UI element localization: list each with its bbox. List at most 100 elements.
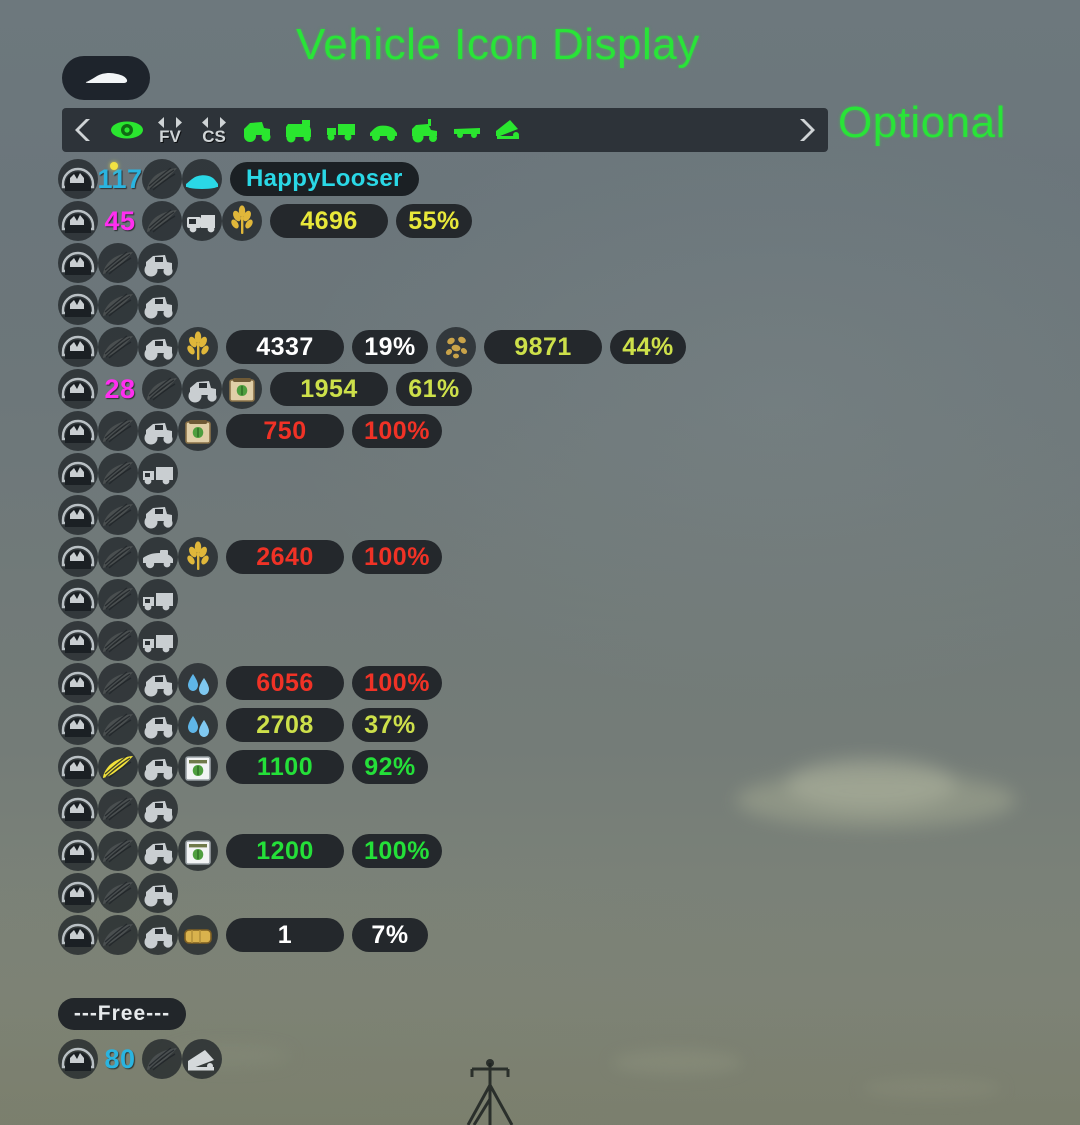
toolbar-car-filter-button[interactable] [366,113,400,147]
field-icon[interactable] [98,453,138,493]
table-row[interactable]: 80 [58,1038,222,1080]
fertilizer-icon[interactable] [178,831,218,871]
tractor-icon[interactable] [182,369,222,409]
wheat-icon[interactable] [222,201,262,241]
field-icon[interactable] [98,327,138,367]
field-icon[interactable] [142,369,182,409]
table-row[interactable]: 28 1954 61% [58,368,778,410]
vehicle-display-toggle-button[interactable] [62,56,150,100]
implement-icon[interactable] [182,1039,222,1079]
table-row[interactable] [58,620,778,662]
field-icon[interactable] [142,159,182,199]
toolbar-next-arrow-button[interactable] [784,108,828,152]
toolbar-trailer-filter-button[interactable] [450,113,484,147]
car-icon[interactable] [182,159,222,199]
field-icon[interactable] [98,495,138,535]
field-icon[interactable] [142,1039,182,1079]
table-row[interactable]: 6056 100% [58,662,778,704]
helmet-icon[interactable] [58,201,98,241]
helmet-icon[interactable] [58,495,98,535]
table-row[interactable] [58,494,778,536]
wheat-icon[interactable] [178,537,218,577]
bale-icon[interactable] [178,915,218,955]
field-icon[interactable] [98,243,138,283]
toolbar-combine-filter-button[interactable] [282,113,316,147]
toolbar-eye-icon-button[interactable] [110,113,144,147]
table-row[interactable] [58,242,778,284]
toolbar-cs-stepper[interactable]: CS [196,112,232,148]
helmet-icon[interactable] [58,747,98,787]
helmet-icon[interactable] [58,1039,98,1079]
helmet-icon[interactable] [58,411,98,451]
helmet-icon[interactable] [58,369,98,409]
field-icon[interactable] [98,789,138,829]
helmet-icon[interactable] [58,705,98,745]
wheat-icon[interactable] [178,327,218,367]
water-icon[interactable] [178,705,218,745]
tractor-icon[interactable] [138,747,178,787]
fertilizer-icon[interactable] [178,747,218,787]
field-icon[interactable] [142,201,182,241]
table-row[interactable]: 750 100% [58,410,778,452]
toolbar-implement-filter-button[interactable] [492,113,526,147]
tractor-icon[interactable] [138,327,178,367]
helmet-icon[interactable] [58,789,98,829]
vehicle-filter-toolbar[interactable]: FV CS [62,108,828,152]
table-row[interactable]: 1200 100% [58,830,778,872]
harvester-icon[interactable] [138,537,178,577]
table-row[interactable] [58,452,778,494]
tractor-icon[interactable] [138,243,178,283]
field-icon[interactable] [98,579,138,619]
field-icon[interactable] [98,747,138,787]
field-icon[interactable] [98,285,138,325]
field-icon[interactable] [98,831,138,871]
toolbar-tractor-filter-button[interactable] [240,113,274,147]
field-icon[interactable] [98,663,138,703]
helmet-icon[interactable] [58,621,98,661]
chaff-icon[interactable] [436,327,476,367]
toolbar-truck-filter-button[interactable] [324,113,358,147]
truck-icon[interactable] [138,579,178,619]
table-row[interactable] [58,578,778,620]
helmet-icon[interactable] [58,285,98,325]
table-row[interactable] [58,284,778,326]
helmet-icon[interactable] [58,327,98,367]
tractor-icon[interactable] [138,831,178,871]
truck-icon[interactable] [138,453,178,493]
helmet-icon[interactable] [58,873,98,913]
field-icon[interactable] [98,537,138,577]
tractor-icon[interactable] [138,705,178,745]
tractor-icon[interactable] [138,411,178,451]
tractor-icon[interactable] [138,789,178,829]
seed-bag-icon[interactable] [222,369,262,409]
table-row[interactable]: 2640 100% [58,536,778,578]
field-icon[interactable] [98,411,138,451]
table-row[interactable]: 117 HappyLooser [58,158,778,200]
table-row[interactable]: 4337 19% 9871 44% [58,326,778,368]
tractor-icon[interactable] [138,873,178,913]
water-icon[interactable] [178,663,218,703]
seed-bag-icon[interactable] [178,411,218,451]
table-row[interactable]: 1 7% [58,914,778,956]
table-row[interactable]: 45 4696 55% [58,200,778,242]
tractor-icon[interactable] [138,285,178,325]
helmet-icon[interactable] [58,663,98,703]
truck-icon[interactable] [138,621,178,661]
toolbar-prev-arrow-button[interactable] [62,108,106,152]
helmet-icon[interactable] [58,831,98,871]
field-icon[interactable] [98,915,138,955]
table-row[interactable]: 2708 37% [58,704,778,746]
tractor-icon[interactable] [138,495,178,535]
table-row[interactable]: 1100 92% [58,746,778,788]
table-row[interactable] [58,788,778,830]
tractor-icon[interactable] [138,915,178,955]
helmet-icon[interactable] [58,159,98,199]
field-icon[interactable] [98,873,138,913]
helmet-icon[interactable] [58,915,98,955]
toolbar-fv-stepper[interactable]: FV [152,112,188,148]
combine-icon[interactable] [182,201,222,241]
field-icon[interactable] [98,621,138,661]
tractor-icon[interactable] [138,663,178,703]
toolbar-loader-filter-button[interactable] [408,113,442,147]
field-icon[interactable] [98,705,138,745]
